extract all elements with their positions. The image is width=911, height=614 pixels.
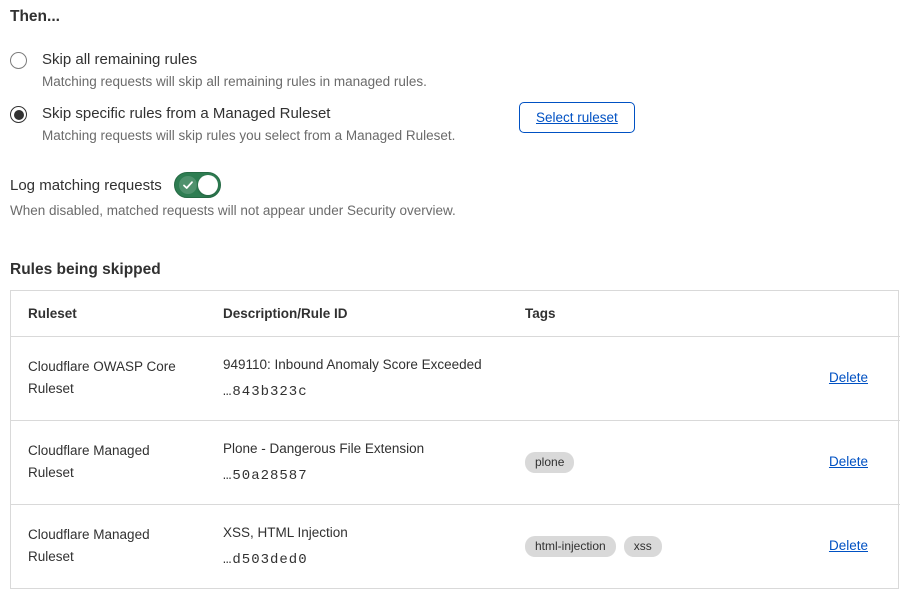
radio-option-text: Skip specific rules from a Managed Rules… <box>42 103 455 146</box>
tag-pill: html-injection <box>525 536 616 557</box>
radio-skip-all-label[interactable]: Skip all remaining rules <box>42 49 427 70</box>
delete-link[interactable]: Delete <box>829 454 868 469</box>
delete-link[interactable]: Delete <box>829 538 868 553</box>
table-row: Cloudflare Managed Ruleset XSS, HTML Inje… <box>11 504 900 588</box>
radio-option-skip-specific: Skip specific rules from a Managed Rules… <box>10 103 455 146</box>
rule-description: 949110: Inbound Anomaly Score Exceeded <box>223 356 525 374</box>
then-heading: Then... <box>10 8 60 26</box>
action-cell: Delete <box>755 336 900 420</box>
ruleset-cell: Cloudflare OWASP Core Ruleset <box>11 336 223 420</box>
ruleset-cell: Cloudflare Managed Ruleset <box>11 504 223 588</box>
description-cell: Plone - Dangerous File Extension …50a2858… <box>223 420 525 504</box>
tag-pill: plone <box>525 452 574 473</box>
log-matching-requests-label: Log matching requests <box>10 177 162 194</box>
column-header-description: Description/Rule ID <box>223 291 525 336</box>
description-cell: 949110: Inbound Anomaly Score Exceeded …8… <box>223 336 525 420</box>
log-requests-toggle[interactable] <box>174 172 221 198</box>
radio-option-text: Skip all remaining rules Matching reques… <box>42 49 427 92</box>
ruleset-name: Cloudflare Managed Ruleset <box>28 440 193 484</box>
delete-link[interactable]: Delete <box>829 370 868 385</box>
waf-skip-rule-panel: Then... Skip all remaining rules Matchin… <box>0 0 911 614</box>
tags-cell <box>525 336 755 420</box>
radio-skip-specific[interactable] <box>10 106 27 123</box>
table-row: Cloudflare OWASP Core Ruleset 949110: Inb… <box>11 336 900 420</box>
action-cell: Delete <box>755 420 900 504</box>
radio-skip-specific-label[interactable]: Skip specific rules from a Managed Rules… <box>42 103 455 124</box>
check-icon <box>179 176 197 194</box>
column-header-ruleset: Ruleset <box>11 291 223 336</box>
log-matching-requests-row: Log matching requests <box>10 172 221 198</box>
ruleset-name: Cloudflare Managed Ruleset <box>28 524 193 568</box>
select-ruleset-button[interactable]: Select ruleset <box>519 102 635 133</box>
skipped-rules-table: Ruleset Description/Rule ID Tags Cloudfl… <box>10 290 899 589</box>
table-header-row: Ruleset Description/Rule ID Tags <box>11 291 900 336</box>
toggle-knob[interactable] <box>198 175 218 195</box>
skipped-rules-body: Cloudflare OWASP Core Ruleset 949110: Inb… <box>11 336 900 588</box>
radio-skip-all[interactable] <box>10 52 27 69</box>
rule-description: Plone - Dangerous File Extension <box>223 440 525 458</box>
radio-skip-specific-description: Matching requests will skip rules you se… <box>42 126 455 146</box>
ruleset-cell: Cloudflare Managed Ruleset <box>11 420 223 504</box>
rule-id: …d503ded0 <box>223 552 525 568</box>
tag-pill: xss <box>624 536 662 557</box>
description-cell: XSS, HTML Injection …d503ded0 <box>223 504 525 588</box>
log-matching-requests-description: When disabled, matched requests will not… <box>10 203 456 218</box>
radio-option-skip-all: Skip all remaining rules Matching reques… <box>10 49 427 92</box>
rule-description: XSS, HTML Injection <box>223 524 525 542</box>
tags-cell: html-injection xss <box>525 504 755 588</box>
rules-being-skipped-heading: Rules being skipped <box>10 261 161 279</box>
rule-id: …843b323c <box>223 384 525 400</box>
column-header-actions <box>755 291 900 336</box>
action-cell: Delete <box>755 504 900 588</box>
radio-skip-all-description: Matching requests will skip all remainin… <box>42 72 427 92</box>
table-row: Cloudflare Managed Ruleset Plone - Danger… <box>11 420 900 504</box>
tags-cell: plone <box>525 420 755 504</box>
ruleset-name: Cloudflare OWASP Core Ruleset <box>28 356 193 400</box>
column-header-tags: Tags <box>525 291 755 336</box>
rule-id: …50a28587 <box>223 468 525 484</box>
